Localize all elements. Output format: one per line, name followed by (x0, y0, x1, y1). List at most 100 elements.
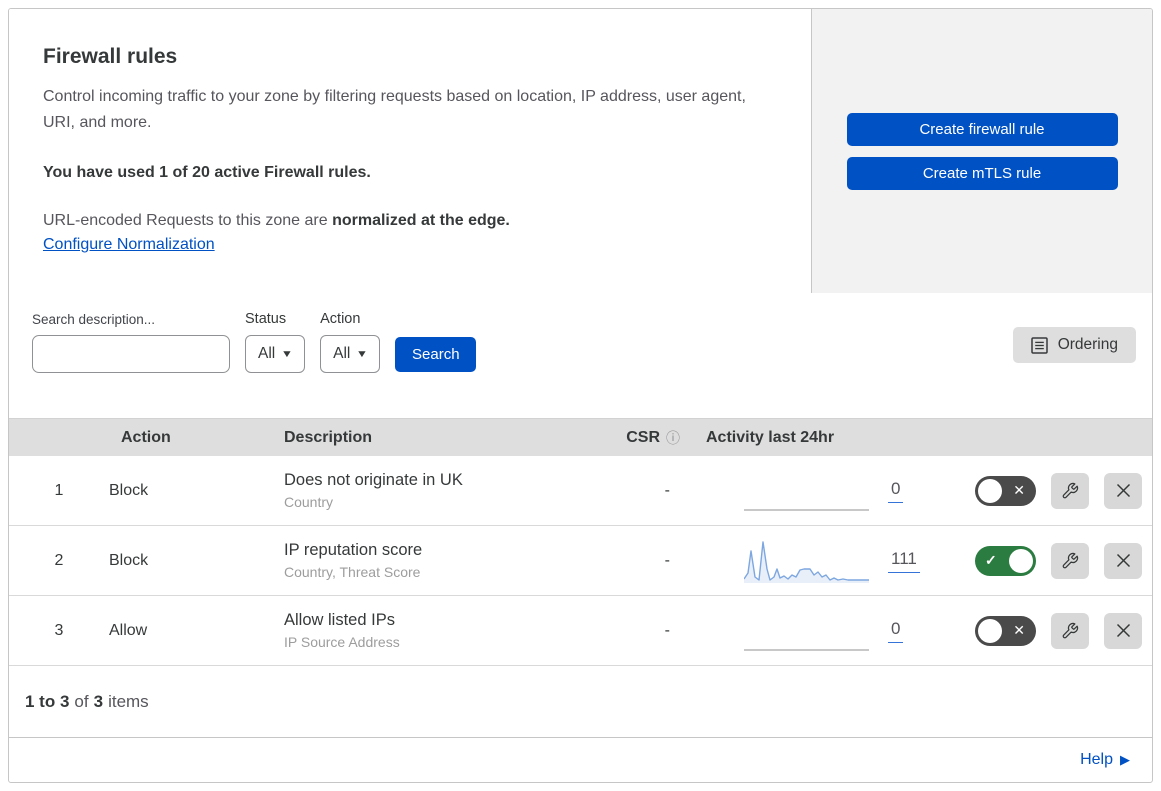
action-label: Action (320, 311, 361, 327)
arrow-right-icon: ▶ (1120, 752, 1130, 767)
check-icon: ✓ (985, 551, 997, 568)
rule-controls: ✕ (947, 612, 1152, 649)
table-row: 3 Allow Allow listed IPs IP Source Addre… (9, 596, 1152, 666)
table-row: 1 Block Does not originate in UK Country… (9, 456, 1152, 526)
normalization-bold: normalized at the edge. (332, 211, 510, 229)
wrench-icon (1062, 622, 1079, 638)
ordering-label: Ordering (1057, 336, 1118, 353)
help-link[interactable]: Help ▶ (1080, 751, 1130, 769)
toggle-knob (978, 618, 1002, 643)
page-title: Firewall rules (43, 45, 178, 68)
rule-fields: Country, Threat Score (284, 564, 421, 580)
delete-rule-button[interactable] (1104, 612, 1142, 649)
rule-description-cell: Does not originate in UK Country (284, 471, 604, 510)
activity-cell: 0 (694, 609, 947, 653)
rule-enabled-toggle[interactable]: ✕ (975, 615, 1036, 646)
page-description: Control incoming traffic to your zone by… (43, 88, 746, 131)
edit-rule-button[interactable] (1051, 612, 1089, 649)
rule-enabled-toggle[interactable]: ✓ (975, 545, 1036, 576)
close-icon (1116, 553, 1130, 568)
header-section: Firewall rules Control incoming traffic … (9, 9, 1152, 293)
rule-fields: IP Source Address (284, 634, 400, 650)
rule-action: Block (109, 551, 149, 569)
action-field: Action All ▼ (320, 311, 381, 373)
search-field: Search description... (32, 312, 250, 373)
activity-sparkline (744, 540, 869, 583)
chevron-down-icon: ▼ (356, 348, 369, 360)
rule-fields: Country (284, 494, 334, 510)
toggle-knob (1009, 548, 1033, 573)
edit-rule-button[interactable] (1051, 472, 1089, 509)
rule-controls: ✕ (947, 472, 1152, 509)
chevron-down-icon: ▼ (280, 348, 294, 360)
filter-controls: Search description... Status All ▼ Actio… (32, 311, 477, 373)
search-label: Search description... (32, 312, 156, 327)
cta-panel: Create firewall rule Create mTLS rule (812, 9, 1152, 293)
rule-csr: - (664, 621, 670, 639)
rule-csr: - (664, 551, 670, 569)
filter-bar: Search description... Status All ▼ Actio… (9, 293, 1152, 418)
search-button[interactable]: Search (395, 337, 477, 372)
status-field: Status All ▼ (245, 311, 306, 373)
intro-panel: Firewall rules Control incoming traffic … (9, 9, 812, 293)
normalization-text: URL-encoded Requests to this zone are no… (43, 208, 751, 234)
rule-description: Allow listed IPs (284, 611, 395, 629)
edit-rule-button[interactable] (1051, 542, 1089, 579)
firewall-rules-page: Firewall rules Control incoming traffic … (0, 0, 1161, 791)
rule-description-cell: Allow listed IPs IP Source Address (284, 611, 604, 650)
csr-header-label: CSR (626, 428, 660, 446)
rule-enabled-toggle[interactable]: ✕ (975, 475, 1036, 506)
activity-cell: 0 (694, 469, 947, 513)
x-icon: ✕ (1013, 481, 1025, 498)
pagination-of: of (74, 691, 89, 711)
close-icon (1116, 623, 1130, 638)
ordering-button[interactable]: Ordering (1012, 327, 1136, 363)
activity-count-link[interactable]: 111 (888, 549, 920, 573)
table-row: 2 Block IP reputation score Country, Thr… (9, 526, 1152, 596)
rule-action: Block (109, 481, 149, 499)
help-label: Help (1080, 751, 1113, 768)
rule-index: 1 (54, 481, 64, 499)
pagination-range: 1 to 3 (25, 691, 70, 711)
status-value: All (258, 345, 276, 362)
rule-description: Does not originate in UK (284, 471, 463, 489)
info-icon[interactable]: ⓘ (666, 428, 680, 448)
description-header: Description (284, 428, 373, 446)
rule-description-cell: IP reputation score Country, Threat Scor… (284, 541, 604, 580)
search-input[interactable] (51, 345, 250, 363)
rule-controls: ✓ (947, 542, 1152, 579)
configure-normalization-link[interactable]: Configure Normalization (43, 236, 215, 254)
activity-cell: 111 (694, 539, 947, 583)
usage-notice: You have used 1 of 20 active Firewall ru… (43, 163, 371, 181)
status-select[interactable]: All ▼ (245, 335, 306, 373)
action-select[interactable]: All ▼ (320, 335, 381, 373)
close-icon (1116, 483, 1130, 498)
wrench-icon (1062, 482, 1079, 498)
rule-description: IP reputation score (284, 541, 423, 559)
csr-header: CSR ⓘ (604, 428, 694, 448)
normalization-prefix: URL-encoded Requests to this zone are (43, 211, 333, 229)
activity-header: Activity last 24hr (706, 428, 835, 446)
activity-count-link[interactable]: 0 (888, 619, 904, 643)
status-label: Status (245, 311, 287, 327)
rule-index: 2 (54, 551, 64, 569)
create-firewall-rule-button[interactable]: Create firewall rule (846, 112, 1118, 146)
activity-sparkline (744, 648, 869, 651)
help-bar: Help ▶ (9, 738, 1152, 782)
list-icon (1030, 336, 1048, 354)
wrench-icon (1062, 552, 1079, 568)
delete-rule-button[interactable] (1104, 542, 1142, 579)
activity-count-link[interactable]: 0 (888, 479, 904, 503)
pagination-total: 3 (93, 691, 104, 711)
x-icon: ✕ (1013, 621, 1025, 638)
toggle-knob (978, 478, 1002, 503)
action-value: All (333, 345, 351, 362)
delete-rule-button[interactable] (1104, 472, 1142, 509)
pagination-items: items (108, 691, 149, 711)
action-header: Action (121, 428, 171, 446)
table-header: Action Description CSR ⓘ Activity last 2… (9, 418, 1152, 456)
activity-sparkline (744, 508, 869, 511)
create-mtls-rule-button[interactable]: Create mTLS rule (846, 156, 1118, 190)
rule-index: 3 (54, 621, 64, 639)
search-input-box[interactable] (32, 335, 250, 373)
